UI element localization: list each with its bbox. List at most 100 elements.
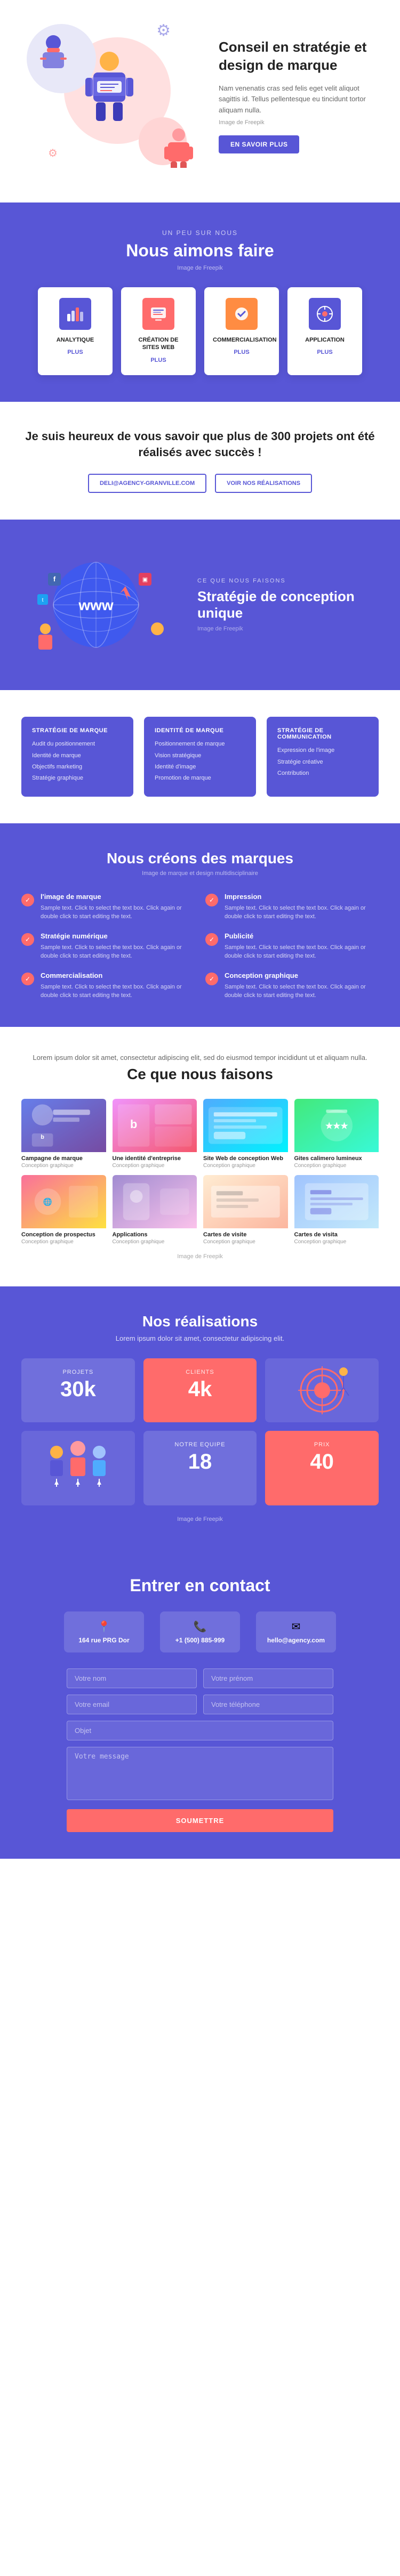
- hero-content: Conseil en stratégie et design de marque…: [203, 38, 379, 153]
- nous-aimons-credit: Image de Freepik: [21, 265, 379, 271]
- strat-col-communication: STRATÉGIE DE COMMUNICATION Expression de…: [267, 717, 379, 797]
- nous-aimons-section: UN PEU SUR NOUS Nous aimons faire Image …: [0, 202, 400, 402]
- strat-item-identite-3: Promotion de marque: [155, 774, 245, 782]
- svg-text:f: f: [53, 575, 56, 583]
- strat-col-identite: IDENTITÉ DE MARQUE Positionnement de mar…: [144, 717, 256, 797]
- portfolio-thumb-4: 🌐: [21, 1175, 106, 1228]
- hero-illustration: ⚙ ⚙: [21, 21, 203, 171]
- portfolio-thumb-7: [294, 1175, 379, 1228]
- portfolio-item-2[interactable]: Site Web de conception Web Conception gr…: [203, 1099, 288, 1169]
- contact-phone-text: +1 (500) 885-999: [171, 1637, 229, 1644]
- portfolio-thumb-1: b: [113, 1099, 197, 1152]
- hero-person-main: [75, 48, 144, 136]
- strat-item-communication-2: Contribution: [277, 769, 368, 777]
- svg-text:▣: ▣: [142, 577, 148, 583]
- stat-equipe-value: 18: [154, 1450, 246, 1474]
- strat-item-marque-0: Audit du positionnement: [32, 740, 123, 748]
- portfolio-label-4: Conception de prospectus: [21, 1232, 106, 1238]
- creons-body-2: Sample text. Click to select the text bo…: [41, 943, 195, 961]
- portfolio-item-0[interactable]: b Campagne de marque Conception graphiqu…: [21, 1099, 106, 1169]
- stat-illustration-1: [265, 1358, 379, 1422]
- portfolio-label-2: Site Web de conception Web: [203, 1155, 288, 1162]
- portfolio-sublabel-1: Conception graphique: [113, 1163, 197, 1169]
- form-objet-input[interactable]: [67, 1721, 333, 1740]
- location-icon: 📍: [75, 1620, 133, 1633]
- ce-que-title: Ce que nous faisons: [21, 1066, 379, 1083]
- strategie-columns: STRATÉGIE DE MARQUE Audit du positionnem…: [21, 717, 379, 797]
- realisations-button[interactable]: voir nos réalisations: [215, 474, 312, 493]
- hero-cta-button[interactable]: EN SAVOIR PLUS: [219, 135, 299, 153]
- creons-item-0: ✓ l'image de marque Sample text. Click t…: [21, 893, 195, 921]
- creons-body-0: Sample text. Click to select the text bo…: [41, 904, 195, 921]
- portfolio-item-6[interactable]: Cartes de visite Conception graphique: [203, 1175, 288, 1245]
- portfolio-item-4[interactable]: 🌐 Conception de prospectus Conception gr…: [21, 1175, 106, 1245]
- portfolio-item-1[interactable]: b Une identité d'entreprise Conception g…: [113, 1099, 197, 1169]
- www-inner: www f ▣ t CE QUE NOUS FAISONS: [21, 546, 379, 663]
- form-message-input[interactable]: [67, 1747, 333, 1800]
- svg-text:t: t: [42, 597, 44, 603]
- service-title-commercialisation: COMMERCIALISATION: [213, 336, 270, 344]
- strat-item-communication-1: Stratégie créative: [277, 758, 368, 766]
- stat-clients-value: 4k: [154, 1378, 246, 1402]
- service-link-commercialisation[interactable]: PLUS: [234, 349, 249, 355]
- service-title-application: APPLICATION: [296, 336, 354, 344]
- hero-person-small: [32, 32, 75, 80]
- service-link-application[interactable]: PLUS: [317, 349, 332, 355]
- service-icon-creation: [142, 298, 174, 330]
- portfolio-label-0: Campagne de marque: [21, 1155, 106, 1162]
- portfolio-item-3[interactable]: ★★★ Gites calimero lumineux Conception g…: [294, 1099, 379, 1169]
- strategie-columns-section: STRATÉGIE DE MARQUE Audit du positionnem…: [0, 690, 400, 823]
- creons-item-5: ✓ Conception graphique Sample text. Clic…: [205, 971, 379, 1000]
- creons-check-3: ✓: [205, 933, 218, 946]
- service-title-creation: CRÉATION DE SITES WEB: [130, 336, 187, 352]
- form-nom-input[interactable]: [67, 1668, 197, 1688]
- service-icon-analytique: [59, 298, 91, 330]
- portfolio-sublabel-0: Conception graphique: [21, 1163, 106, 1169]
- creons-text-0: l'image de marque Sample text. Click to …: [41, 893, 195, 921]
- service-link-creation[interactable]: PLUS: [150, 357, 166, 363]
- nos-real-credit: Image de Freepik: [21, 1516, 379, 1522]
- form-prenom-input[interactable]: [203, 1668, 333, 1688]
- strat-item-marque-1: Identité de marque: [32, 752, 123, 760]
- portfolio-sublabel-7: Conception graphique: [294, 1239, 379, 1245]
- service-card-creation: CRÉATION DE SITES WEB PLUS: [121, 287, 196, 375]
- stat-clients-label: CLIENTS: [154, 1369, 246, 1375]
- stat-prix: PRIX 40: [265, 1431, 379, 1505]
- creons-item-1: ✓ Impression Sample text. Click to selec…: [205, 893, 379, 921]
- stat-prix-value: 40: [276, 1450, 368, 1474]
- stats-title: Je suis heureux de vous savoir que plus …: [21, 428, 379, 461]
- svg-text:www: www: [78, 597, 114, 613]
- stats-top-row: PROJETS 30k CLIENTS 4k: [21, 1358, 379, 1422]
- portfolio-label-7: Cartes de visita: [294, 1232, 379, 1238]
- form-name-row: [67, 1668, 333, 1688]
- ce-que-description: Lorem ipsum dolor sit amet, consectetur …: [21, 1054, 379, 1062]
- stat-equipe-label: NOTRE EQUIPE: [154, 1441, 246, 1448]
- form-email-input[interactable]: [67, 1695, 197, 1714]
- creons-check-1: ✓: [205, 894, 218, 906]
- form-submit-button[interactable]: SOUMETTRE: [67, 1809, 333, 1832]
- creons-body-1: Sample text. Click to select the text bo…: [225, 904, 379, 921]
- stat-clients: CLIENTS 4k: [143, 1358, 257, 1422]
- hero-title: Conseil en stratégie et design de marque: [219, 38, 379, 75]
- service-title-analytique: ANALYTIQUE: [46, 336, 104, 344]
- email-button[interactable]: deli@agency-granville.com: [88, 474, 206, 493]
- service-link-analytique[interactable]: PLUS: [67, 349, 83, 355]
- creons-text-2: Stratégie numérique Sample text. Click t…: [41, 932, 195, 961]
- strat-col-marque-title: STRATÉGIE DE MARQUE: [32, 727, 123, 734]
- strat-item-identite-2: Identité d'image: [155, 763, 245, 771]
- strategie-label: CE QUE NOUS FAISONS: [197, 578, 379, 584]
- strat-item-marque-2: Objectifs marketing: [32, 763, 123, 771]
- portfolio-item-7[interactable]: Cartes de visita Conception graphique: [294, 1175, 379, 1245]
- contact-phone: 📞 +1 (500) 885-999: [160, 1611, 240, 1652]
- contact-info-row: 📍 164 rue PRG Dor 📞 +1 (500) 885-999 ✉ h…: [21, 1611, 379, 1652]
- hero-section: ⚙ ⚙: [0, 0, 400, 202]
- contact-email-text: hello@agency.com: [267, 1637, 325, 1644]
- form-telephone-input[interactable]: [203, 1695, 333, 1714]
- portfolio-label-1: Une identité d'entreprise: [113, 1155, 197, 1162]
- creons-grid: ✓ l'image de marque Sample text. Click t…: [21, 893, 379, 1000]
- contact-form: SOUMETTRE: [67, 1668, 333, 1832]
- portfolio-label-3: Gites calimero lumineux: [294, 1155, 379, 1162]
- portfolio-sublabel-2: Conception graphique: [203, 1163, 288, 1169]
- gear-icon: ⚙: [156, 21, 171, 40]
- portfolio-item-5[interactable]: Applications Conception graphique: [113, 1175, 197, 1245]
